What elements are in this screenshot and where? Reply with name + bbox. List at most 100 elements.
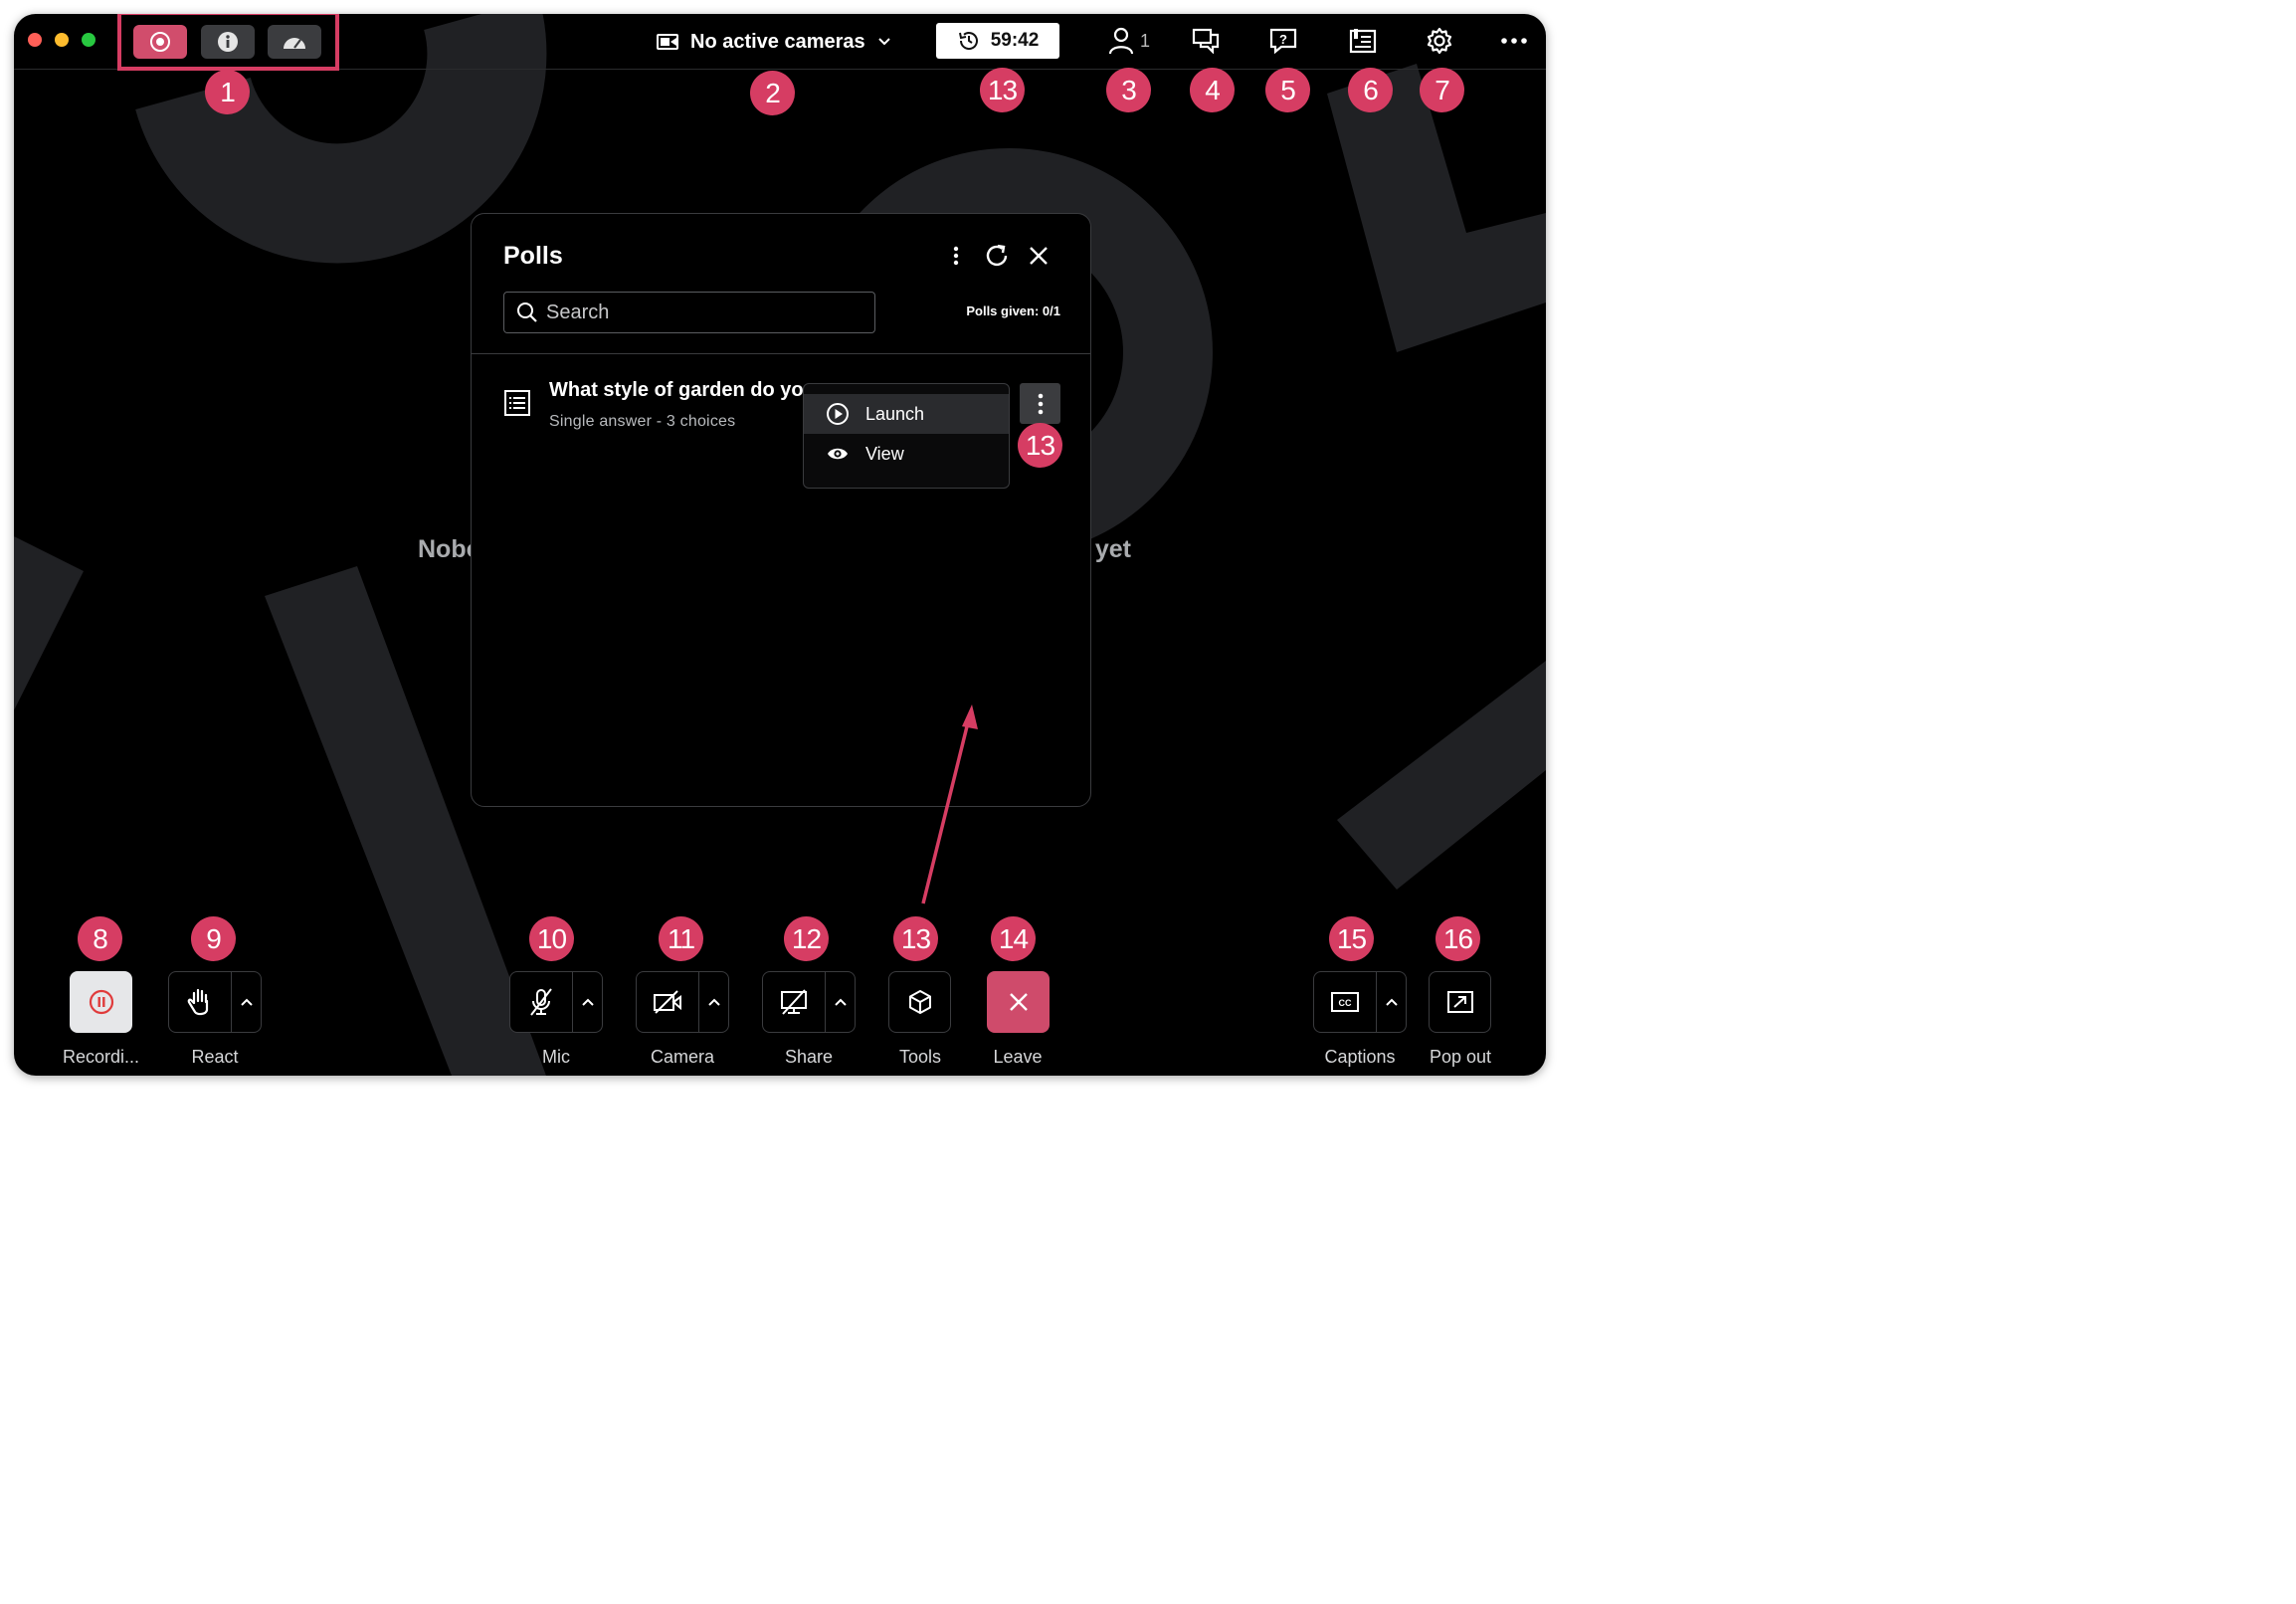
- participants-button[interactable]: 1: [1108, 24, 1150, 58]
- cube-icon: [908, 990, 931, 1014]
- annotation-badge: 14: [991, 916, 1036, 961]
- annotation-badge: 16: [1435, 916, 1480, 961]
- annotation-badge: 13: [980, 68, 1025, 112]
- tools-button-main[interactable]: [889, 972, 950, 1032]
- menu-item-launch-label: Launch: [865, 403, 925, 424]
- meeting-timer[interactable]: 59:42: [936, 23, 1059, 59]
- polls-search: [503, 292, 875, 333]
- notes-icon: [1349, 29, 1377, 54]
- popout-button-main[interactable]: [1430, 972, 1490, 1032]
- annotation-badge: 6: [1348, 68, 1393, 112]
- share-label: Share: [784, 1047, 834, 1067]
- window-minimize-button[interactable]: [55, 33, 69, 47]
- react-label: React: [191, 1047, 239, 1067]
- camera-button[interactable]: [637, 972, 698, 1032]
- annotation-badge: 3: [1106, 68, 1151, 112]
- captions-caret[interactable]: [1376, 972, 1406, 1032]
- play-circle-icon: [827, 403, 849, 425]
- chat-button[interactable]: [1192, 24, 1220, 58]
- gear-icon: [1427, 27, 1452, 55]
- window-close-button[interactable]: [28, 33, 42, 47]
- menu-item-view-label: View: [865, 443, 904, 464]
- share-button[interactable]: [763, 972, 825, 1032]
- more-options-button[interactable]: [1500, 24, 1528, 58]
- kebab-icon: [953, 246, 959, 266]
- pause-circle-icon: [89, 989, 113, 1015]
- annotation-badge: 12: [784, 916, 829, 961]
- polls-divider: [472, 353, 1090, 354]
- captions-button[interactable]: CC: [1314, 972, 1376, 1032]
- poll-item-options-button[interactable]: [1020, 383, 1060, 424]
- camera-caret[interactable]: [698, 972, 728, 1032]
- annotation-badge: 11: [659, 916, 703, 961]
- camera-selector-label: No active cameras: [690, 30, 865, 53]
- mic-control: [509, 971, 603, 1033]
- menu-item-launch[interactable]: Launch: [804, 394, 1009, 434]
- meeting-info-button[interactable]: [201, 25, 255, 59]
- window-zoom-button[interactable]: [82, 33, 96, 47]
- mic-off-icon: [530, 988, 552, 1016]
- settings-button[interactable]: [1426, 24, 1453, 58]
- polls-given-count: Polls given: 0/1: [966, 303, 1060, 318]
- timer-value: 59:42: [990, 30, 1040, 51]
- eye-icon: [828, 448, 848, 460]
- network-status-button[interactable]: [268, 25, 321, 59]
- notes-button[interactable]: [1349, 24, 1377, 58]
- close-icon: [1009, 993, 1028, 1011]
- recording-status-button[interactable]: [133, 25, 187, 59]
- participants-count: 1: [1140, 30, 1151, 51]
- annotation-badge: 2: [750, 71, 795, 115]
- share-caret[interactable]: [825, 972, 855, 1032]
- qa-icon: ?: [1269, 28, 1297, 54]
- menu-item-view[interactable]: View: [804, 434, 1009, 474]
- poll-question: What style of garden do yo: [549, 379, 804, 401]
- recording-button-main[interactable]: [71, 972, 131, 1032]
- screen-share-off-icon: [781, 989, 807, 1015]
- annotation-badge: 13: [893, 916, 938, 961]
- react-control: [168, 971, 262, 1033]
- qa-button[interactable]: ?: [1269, 24, 1297, 58]
- captions-control: CC: [1313, 971, 1407, 1033]
- popout-button[interactable]: [1429, 971, 1491, 1033]
- annotation-badge: 8: [78, 916, 122, 961]
- raise-hand-icon: [187, 988, 209, 1016]
- polls-panel: Polls Polls given: 0/1 What style of gar…: [471, 213, 1091, 807]
- camera-off-icon: [654, 990, 681, 1014]
- pop-out-icon: [1446, 991, 1473, 1013]
- chevron-up-icon: [707, 998, 720, 1006]
- polls-close-button[interactable]: [1025, 242, 1052, 270]
- info-icon: [218, 32, 238, 52]
- svg-text:?: ?: [1279, 32, 1287, 47]
- mic-button[interactable]: [510, 972, 572, 1032]
- annotation-badge: 9: [191, 916, 236, 961]
- react-button[interactable]: [169, 972, 231, 1032]
- leave-button[interactable]: [987, 971, 1050, 1033]
- recording-button[interactable]: [70, 971, 132, 1033]
- search-icon: [517, 302, 537, 322]
- mic-caret[interactable]: [572, 972, 602, 1032]
- react-caret[interactable]: [231, 972, 261, 1032]
- chevron-down-icon: [877, 38, 890, 46]
- mic-label: Mic: [542, 1047, 570, 1067]
- annotation-badge: 7: [1420, 68, 1464, 112]
- polls-search-input[interactable]: [546, 301, 864, 324]
- annotation-badge: 15: [1329, 916, 1374, 961]
- poll-meta: Single answer - 3 choices: [549, 413, 736, 430]
- annotation-badge: 1: [205, 70, 250, 114]
- kebab-icon: [1038, 393, 1043, 414]
- poll-options-menu: Launch View: [803, 383, 1010, 489]
- popout-label: Pop out: [1429, 1047, 1492, 1067]
- captions-label: Captions: [1324, 1047, 1396, 1067]
- polls-refresh-button[interactable]: [983, 242, 1011, 270]
- speedometer-icon: [284, 38, 305, 49]
- polls-title: Polls: [503, 242, 563, 270]
- top-bar: No active cameras 59:42 1 ?: [14, 14, 1546, 71]
- tools-button[interactable]: [888, 971, 951, 1033]
- tools-label: Tools: [898, 1047, 942, 1067]
- more-icon: [1501, 38, 1527, 44]
- person-icon: [1108, 27, 1134, 55]
- polls-options-button[interactable]: [942, 242, 970, 270]
- leave-button-main[interactable]: [988, 972, 1049, 1032]
- video-camera-icon: [657, 34, 678, 50]
- camera-selector[interactable]: No active cameras: [657, 26, 891, 58]
